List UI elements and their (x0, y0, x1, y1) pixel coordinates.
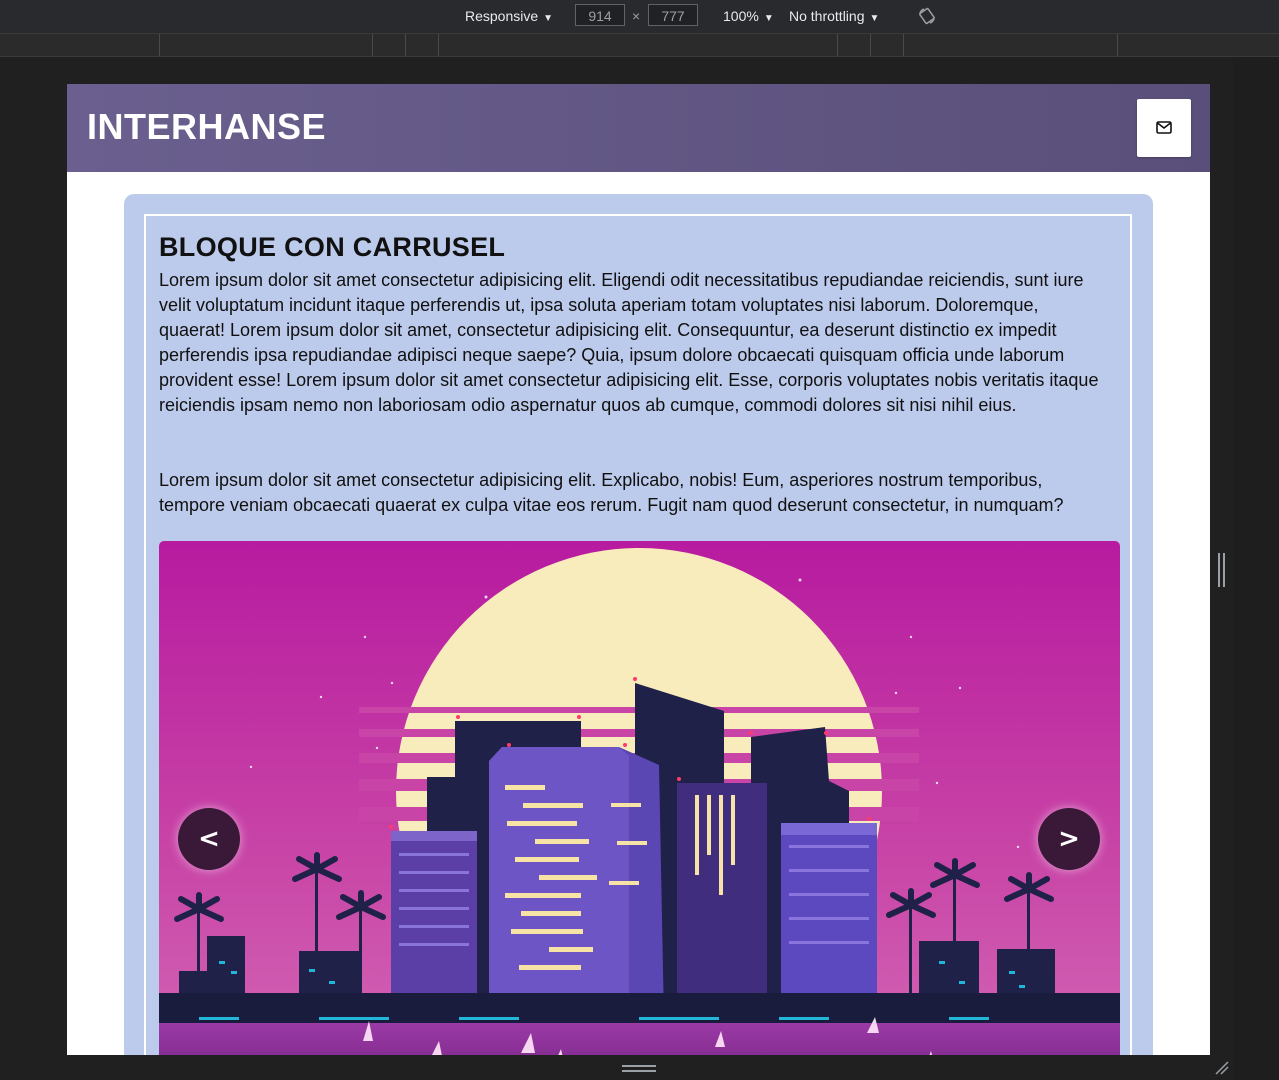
image-carousel: < > (159, 541, 1120, 1055)
devtools-side-rail (1233, 57, 1279, 1080)
throttling-label: No throttling (789, 8, 865, 24)
resize-handle-vertical[interactable] (1218, 553, 1226, 587)
dropdown-caret-icon: ▼ (869, 13, 880, 24)
devtools-device-toolbar: Responsive ▼ 914 × 777 100% ▼ No throttlin… (0, 0, 1279, 34)
carousel-next-button[interactable]: > (1038, 808, 1100, 870)
media-query-ruler (0, 34, 1279, 57)
site-header: INTERHANSE (67, 84, 1210, 172)
device-mode-dropdown[interactable]: Responsive ▼ (465, 6, 553, 26)
zoom-label: 100% (723, 8, 759, 24)
carousel-prev-button[interactable]: < (178, 808, 240, 870)
content-card: BLOQUE CON CARRUSEL Lorem ipsum dolor si… (124, 194, 1153, 1055)
zoom-dropdown[interactable]: 100% ▼ (723, 6, 774, 26)
dropdown-caret-icon: ▼ (763, 13, 774, 24)
carousel-slide-image (159, 541, 1120, 1055)
card-title: BLOQUE CON CARRUSEL (159, 232, 506, 262)
device-mode-label: Responsive (465, 8, 539, 24)
emulated-viewport: INTERHANSE BLOQUE CON CARRUSEL Lorem ips… (67, 84, 1210, 1055)
dropdown-caret-icon: ▼ (543, 13, 554, 24)
dimension-separator: × (632, 8, 641, 24)
card-paragraph-2: Lorem ipsum dolor sit amet consectetur a… (159, 470, 1064, 515)
viewport-width-input[interactable]: 914 (575, 4, 625, 26)
resize-handle-horizontal[interactable] (622, 1065, 656, 1073)
card-paragraph-1: Lorem ipsum dolor sit amet consectetur a… (159, 270, 1099, 415)
throttling-dropdown[interactable]: No throttling ▼ (789, 6, 879, 26)
card-inner-frame: BLOQUE CON CARRUSEL Lorem ipsum dolor si… (144, 214, 1132, 1055)
corner-resize-icon[interactable] (1212, 1058, 1230, 1076)
rotate-icon[interactable] (918, 7, 936, 25)
mail-button[interactable] (1137, 99, 1191, 157)
site-logo[interactable]: INTERHANSE (87, 106, 326, 148)
viewport-height-input[interactable]: 777 (648, 4, 698, 26)
envelope-icon (1156, 121, 1172, 134)
